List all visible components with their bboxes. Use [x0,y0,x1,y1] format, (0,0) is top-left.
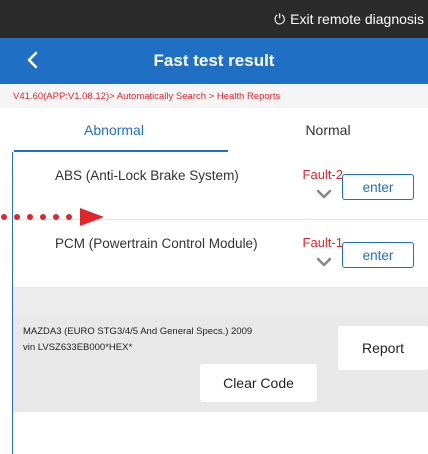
back-button[interactable] [20,48,44,72]
vehicle-vin: vin LVSZ633EB000*HEX* [23,342,133,353]
enter-button[interactable]: enter [342,242,414,268]
tab-normal[interactable]: Normal [228,108,428,152]
clear-code-button[interactable]: Clear Code [200,364,317,402]
chevron-left-icon [27,51,38,69]
app-header: Fast test result [0,38,428,84]
page-title: Fast test result [153,51,275,70]
enter-button[interactable]: enter [342,174,414,200]
fault-count: Fault-2 [302,167,343,182]
report-button[interactable]: Report [338,326,428,370]
status-bar: ⏻ Exit remote diagnosis [0,0,428,38]
footer-panel: MAZDA3 (EURO STG3/4/5 And General Specs.… [13,316,428,412]
fault-row-pcm[interactable]: PCM (Powertrain Control Module) Fault-1 … [13,220,428,288]
power-icon[interactable]: ⏻ [274,11,285,28]
breadcrumb: V41.60(APP:V1.08.12)> Automatically Sear… [0,84,428,108]
fault-count: Fault-1 [302,235,343,250]
chevron-down-icon[interactable] [315,256,333,268]
result-tabs: Abnormal Normal [0,108,428,152]
system-name: ABS (Anti-Lock Brake System) [55,168,239,183]
chevron-down-icon[interactable] [315,188,333,200]
vehicle-info: MAZDA3 (EURO STG3/4/5 And General Specs.… [23,324,323,356]
separator-band [13,288,428,316]
exit-remote-diagnosis-link[interactable]: Exit remote diagnosis [290,11,424,27]
vehicle-model: MAZDA3 (EURO STG3/4/5 And General Specs.… [23,326,253,337]
pointer-arrow-icon [1,208,104,226]
tab-abnormal[interactable]: Abnormal [0,108,228,152]
system-name: PCM (Powertrain Control Module) [55,236,258,251]
